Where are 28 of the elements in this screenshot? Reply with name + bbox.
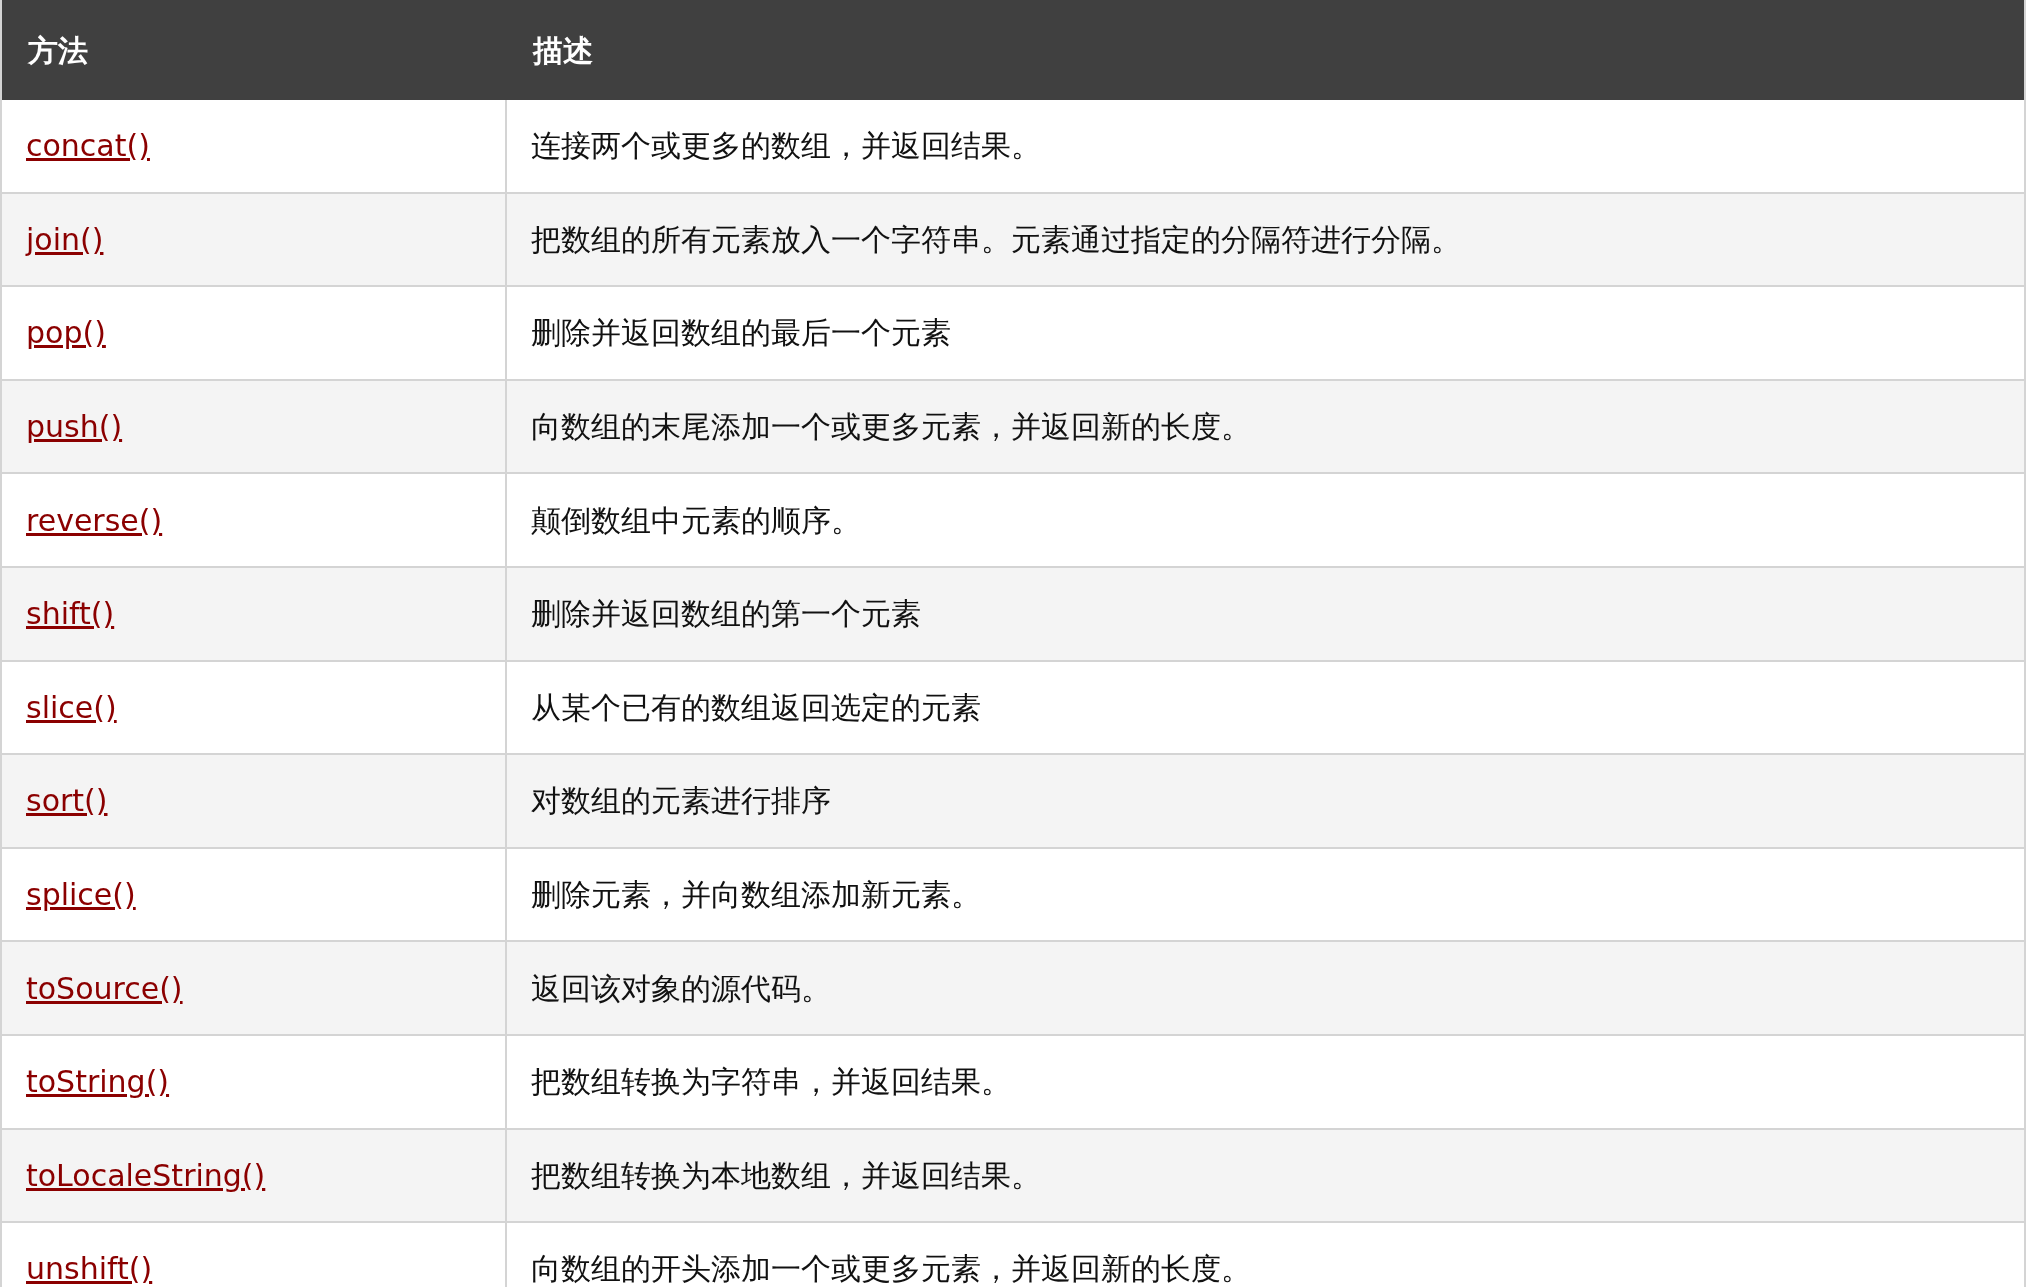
method-link[interactable]: reverse() xyxy=(26,497,163,543)
description-text: 把数组转换为字符串，并返回结果。 xyxy=(531,1063,1011,1102)
method-link[interactable]: push() xyxy=(26,404,123,450)
description-text: 删除并返回数组的最后一个元素 xyxy=(531,314,951,353)
column-header: 描述 xyxy=(533,31,593,70)
description-text: 删除元素，并向数组添加新元素。 xyxy=(531,876,981,915)
column-header: 方法 xyxy=(28,31,88,70)
description-text: 把数组转换为本地数组，并返回结果。 xyxy=(531,1156,1041,1195)
description-text: 从某个已有的数组返回选定的元素 xyxy=(531,688,981,727)
description-text: 向数组的开头添加一个或更多元素，并返回新的长度。 xyxy=(531,1250,1251,1287)
method-link[interactable]: splice() xyxy=(26,872,136,918)
method-link[interactable]: unshift() xyxy=(26,1246,153,1287)
method-link[interactable]: toString() xyxy=(26,1059,170,1105)
method-link[interactable]: toLocaleString() xyxy=(26,1152,266,1198)
description-text: 删除并返回数组的第一个元素 xyxy=(531,595,921,634)
method-link[interactable]: toSource() xyxy=(26,965,183,1011)
method-link[interactable]: shift() xyxy=(26,591,115,637)
method-link[interactable]: pop() xyxy=(26,310,106,356)
method-link[interactable]: join() xyxy=(26,216,104,262)
method-link[interactable]: sort() xyxy=(26,778,108,824)
description-text: 连接两个或更多的数组，并返回结果。 xyxy=(531,127,1041,166)
description-text: 对数组的元素进行排序 xyxy=(531,782,831,821)
description-text: 返回该对象的源代码。 xyxy=(531,969,831,1008)
description-text: 向数组的末尾添加一个或更多元素，并返回新的长度。 xyxy=(531,408,1251,447)
method-link[interactable]: concat() xyxy=(26,123,150,169)
description-text: 颠倒数组中元素的顺序。 xyxy=(531,501,861,540)
description-text: 把数组的所有元素放入一个字符串。元素通过指定的分隔符进行分隔。 xyxy=(531,220,1461,259)
method-link[interactable]: slice() xyxy=(26,684,117,730)
